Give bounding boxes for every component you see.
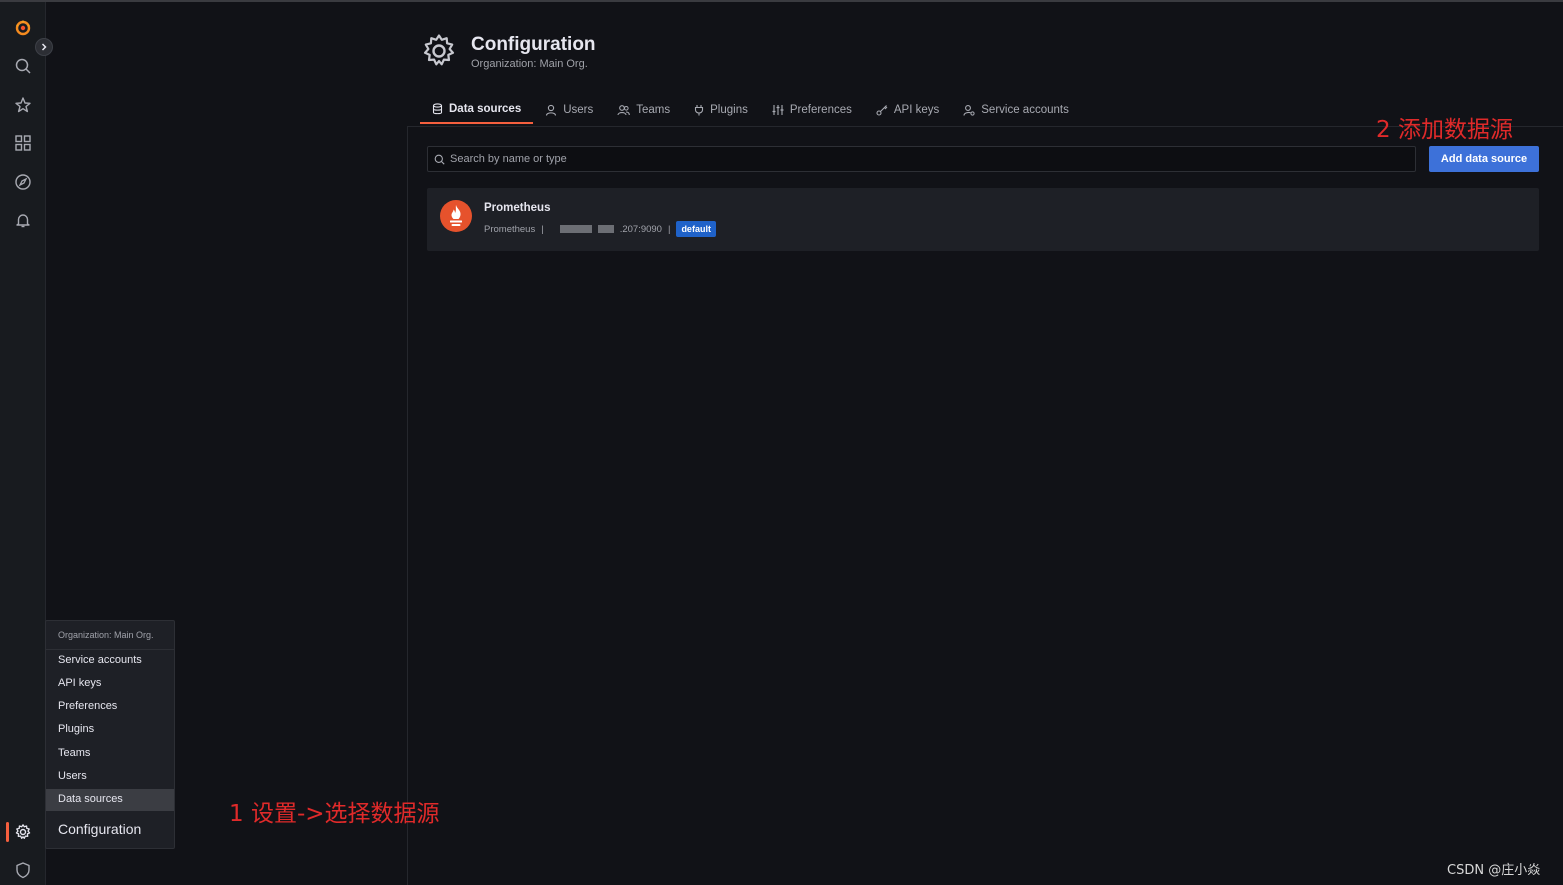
- tab-teams[interactable]: Teams: [605, 96, 682, 124]
- tab-label: API keys: [893, 104, 940, 116]
- alerting-bell-icon[interactable]: [11, 208, 35, 232]
- plug-icon: [695, 105, 704, 116]
- page-title: Configuration: [471, 34, 596, 55]
- menu-item-plugins[interactable]: Plugins: [58, 723, 94, 735]
- tab-label: Users: [563, 104, 594, 116]
- menu-item-teams[interactable]: Teams: [58, 747, 90, 759]
- datasource-card[interactable]: Prometheus Prometheus | .207:9090 | defa…: [427, 188, 1539, 251]
- page-subtitle: Organization: Main Org.: [471, 58, 588, 70]
- search-icon[interactable]: [11, 54, 35, 78]
- sliders-icon: [772, 105, 784, 115]
- menu-item-service-accounts[interactable]: Service accounts: [58, 654, 142, 666]
- tab-bar: Data sources Users Teams Plugins Prefere…: [420, 96, 1081, 126]
- search-icon: [434, 154, 445, 165]
- tab-label: Plugins: [710, 104, 748, 116]
- dashboards-icon[interactable]: [11, 131, 35, 155]
- key-icon: [876, 105, 888, 116]
- configuration-gear-icon: [420, 32, 458, 70]
- tab-label: Data sources: [449, 103, 522, 115]
- expand-sidebar-button[interactable]: [35, 38, 53, 56]
- active-indicator: [6, 822, 9, 842]
- prometheus-logo-icon: [440, 200, 472, 232]
- tab-api-keys[interactable]: API keys: [864, 96, 951, 124]
- menu-divider: [46, 649, 174, 650]
- gear-icon[interactable]: [11, 820, 35, 844]
- tab-label: Teams: [636, 104, 671, 116]
- user-icon: [546, 104, 557, 116]
- menu-item-users[interactable]: Users: [58, 770, 87, 782]
- tab-users[interactable]: Users: [533, 96, 605, 124]
- configuration-menu: Organization: Main Org. Service accounts…: [45, 620, 175, 849]
- redacted-url-part: [559, 225, 592, 233]
- datasource-url: .207:9090: [619, 223, 662, 235]
- redacted-url-part: [597, 225, 614, 233]
- datasource-meta: Prometheus | .207:9090 | default: [484, 221, 716, 237]
- annotation-step-1: 1 设置->选择数据源: [229, 801, 440, 827]
- tab-preferences[interactable]: Preferences: [760, 96, 864, 124]
- grafana-logo-icon[interactable]: [11, 16, 35, 40]
- menu-item-api-keys[interactable]: API keys: [58, 677, 101, 689]
- datasource-type: Prometheus: [484, 223, 536, 235]
- tab-plugins[interactable]: Plugins: [682, 96, 760, 124]
- add-data-source-button[interactable]: Add data source: [1429, 146, 1539, 172]
- annotation-step-2: 2 添加数据源: [1376, 117, 1513, 143]
- search-box: [427, 146, 1416, 172]
- default-badge: default: [676, 221, 716, 237]
- menu-item-preferences[interactable]: Preferences: [58, 700, 117, 712]
- meta-separator: |: [541, 223, 544, 235]
- explore-compass-icon[interactable]: [11, 170, 35, 194]
- tab-service-accounts[interactable]: Service accounts: [951, 96, 1081, 124]
- chevron-right-icon: [41, 43, 47, 51]
- meta-separator: |: [667, 223, 671, 235]
- menu-header: Organization: Main Org.: [58, 630, 154, 640]
- datasource-name: Prometheus: [484, 202, 551, 214]
- users-icon: [617, 105, 631, 116]
- menu-footer-configuration[interactable]: Configuration: [58, 821, 141, 837]
- star-icon[interactable]: [11, 93, 35, 117]
- menu-item-data-sources[interactable]: Data sources: [58, 793, 123, 805]
- database-icon: [432, 103, 443, 115]
- watermark: CSDN @庄小焱: [1447, 863, 1541, 878]
- tab-label: Preferences: [789, 104, 852, 116]
- shield-icon[interactable]: [11, 858, 35, 882]
- tab-data-sources[interactable]: Data sources: [420, 96, 534, 124]
- user-cog-icon: [963, 105, 975, 116]
- search-input[interactable]: [450, 153, 1400, 165]
- tab-label: Service accounts: [981, 104, 1069, 116]
- sidebar: [0, 2, 53, 885]
- window-top-border: [0, 0, 1563, 2]
